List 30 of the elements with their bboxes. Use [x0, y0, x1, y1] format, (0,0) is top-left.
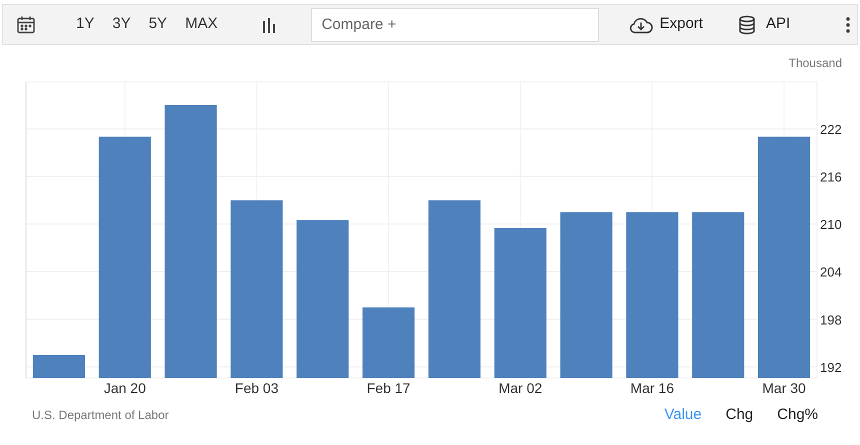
x-axis-label: Feb 03 [234, 380, 278, 395]
bar [362, 307, 415, 378]
range-button[interactable]: 5Y [146, 13, 170, 36]
export-link[interactable]: Export [660, 13, 703, 36]
mode-tab[interactable]: Chg [726, 404, 754, 426]
range-button[interactable]: 1Y [74, 13, 96, 36]
x-axis-label: Mar 16 [630, 380, 674, 395]
compare-field[interactable]: Compare + [310, 8, 599, 42]
y-axis-label: 216 [820, 169, 842, 184]
range-button[interactable]: 3Y [110, 13, 133, 36]
calendar-icon[interactable] [16, 14, 36, 34]
more-icon[interactable] [846, 16, 850, 32]
x-axis-label: Mar 30 [762, 380, 806, 395]
x-axis-label: Feb 17 [366, 380, 410, 395]
range-button[interactable]: MAX [183, 13, 220, 36]
y-axis-label: 210 [820, 217, 842, 232]
y-axis-label: 198 [820, 312, 842, 328]
y-axis-label: 204 [820, 264, 842, 280]
unit-label: Thousand [788, 56, 842, 70]
mode-tab[interactable]: Chg% [777, 404, 818, 426]
bar-chart-icon[interactable] [260, 16, 277, 32]
source-text: U.S. Department of Labor [32, 407, 169, 424]
y-axis-label: 222 [820, 122, 842, 137]
api-link[interactable]: API [766, 13, 790, 36]
database-icon[interactable] [738, 14, 756, 34]
cloud-download-icon[interactable] [628, 16, 654, 34]
x-axis-label: Jan 20 [104, 380, 146, 395]
bar [32, 354, 85, 378]
y-axis-label: 192 [820, 360, 842, 375]
x-axis-label: Mar 02 [498, 380, 542, 395]
